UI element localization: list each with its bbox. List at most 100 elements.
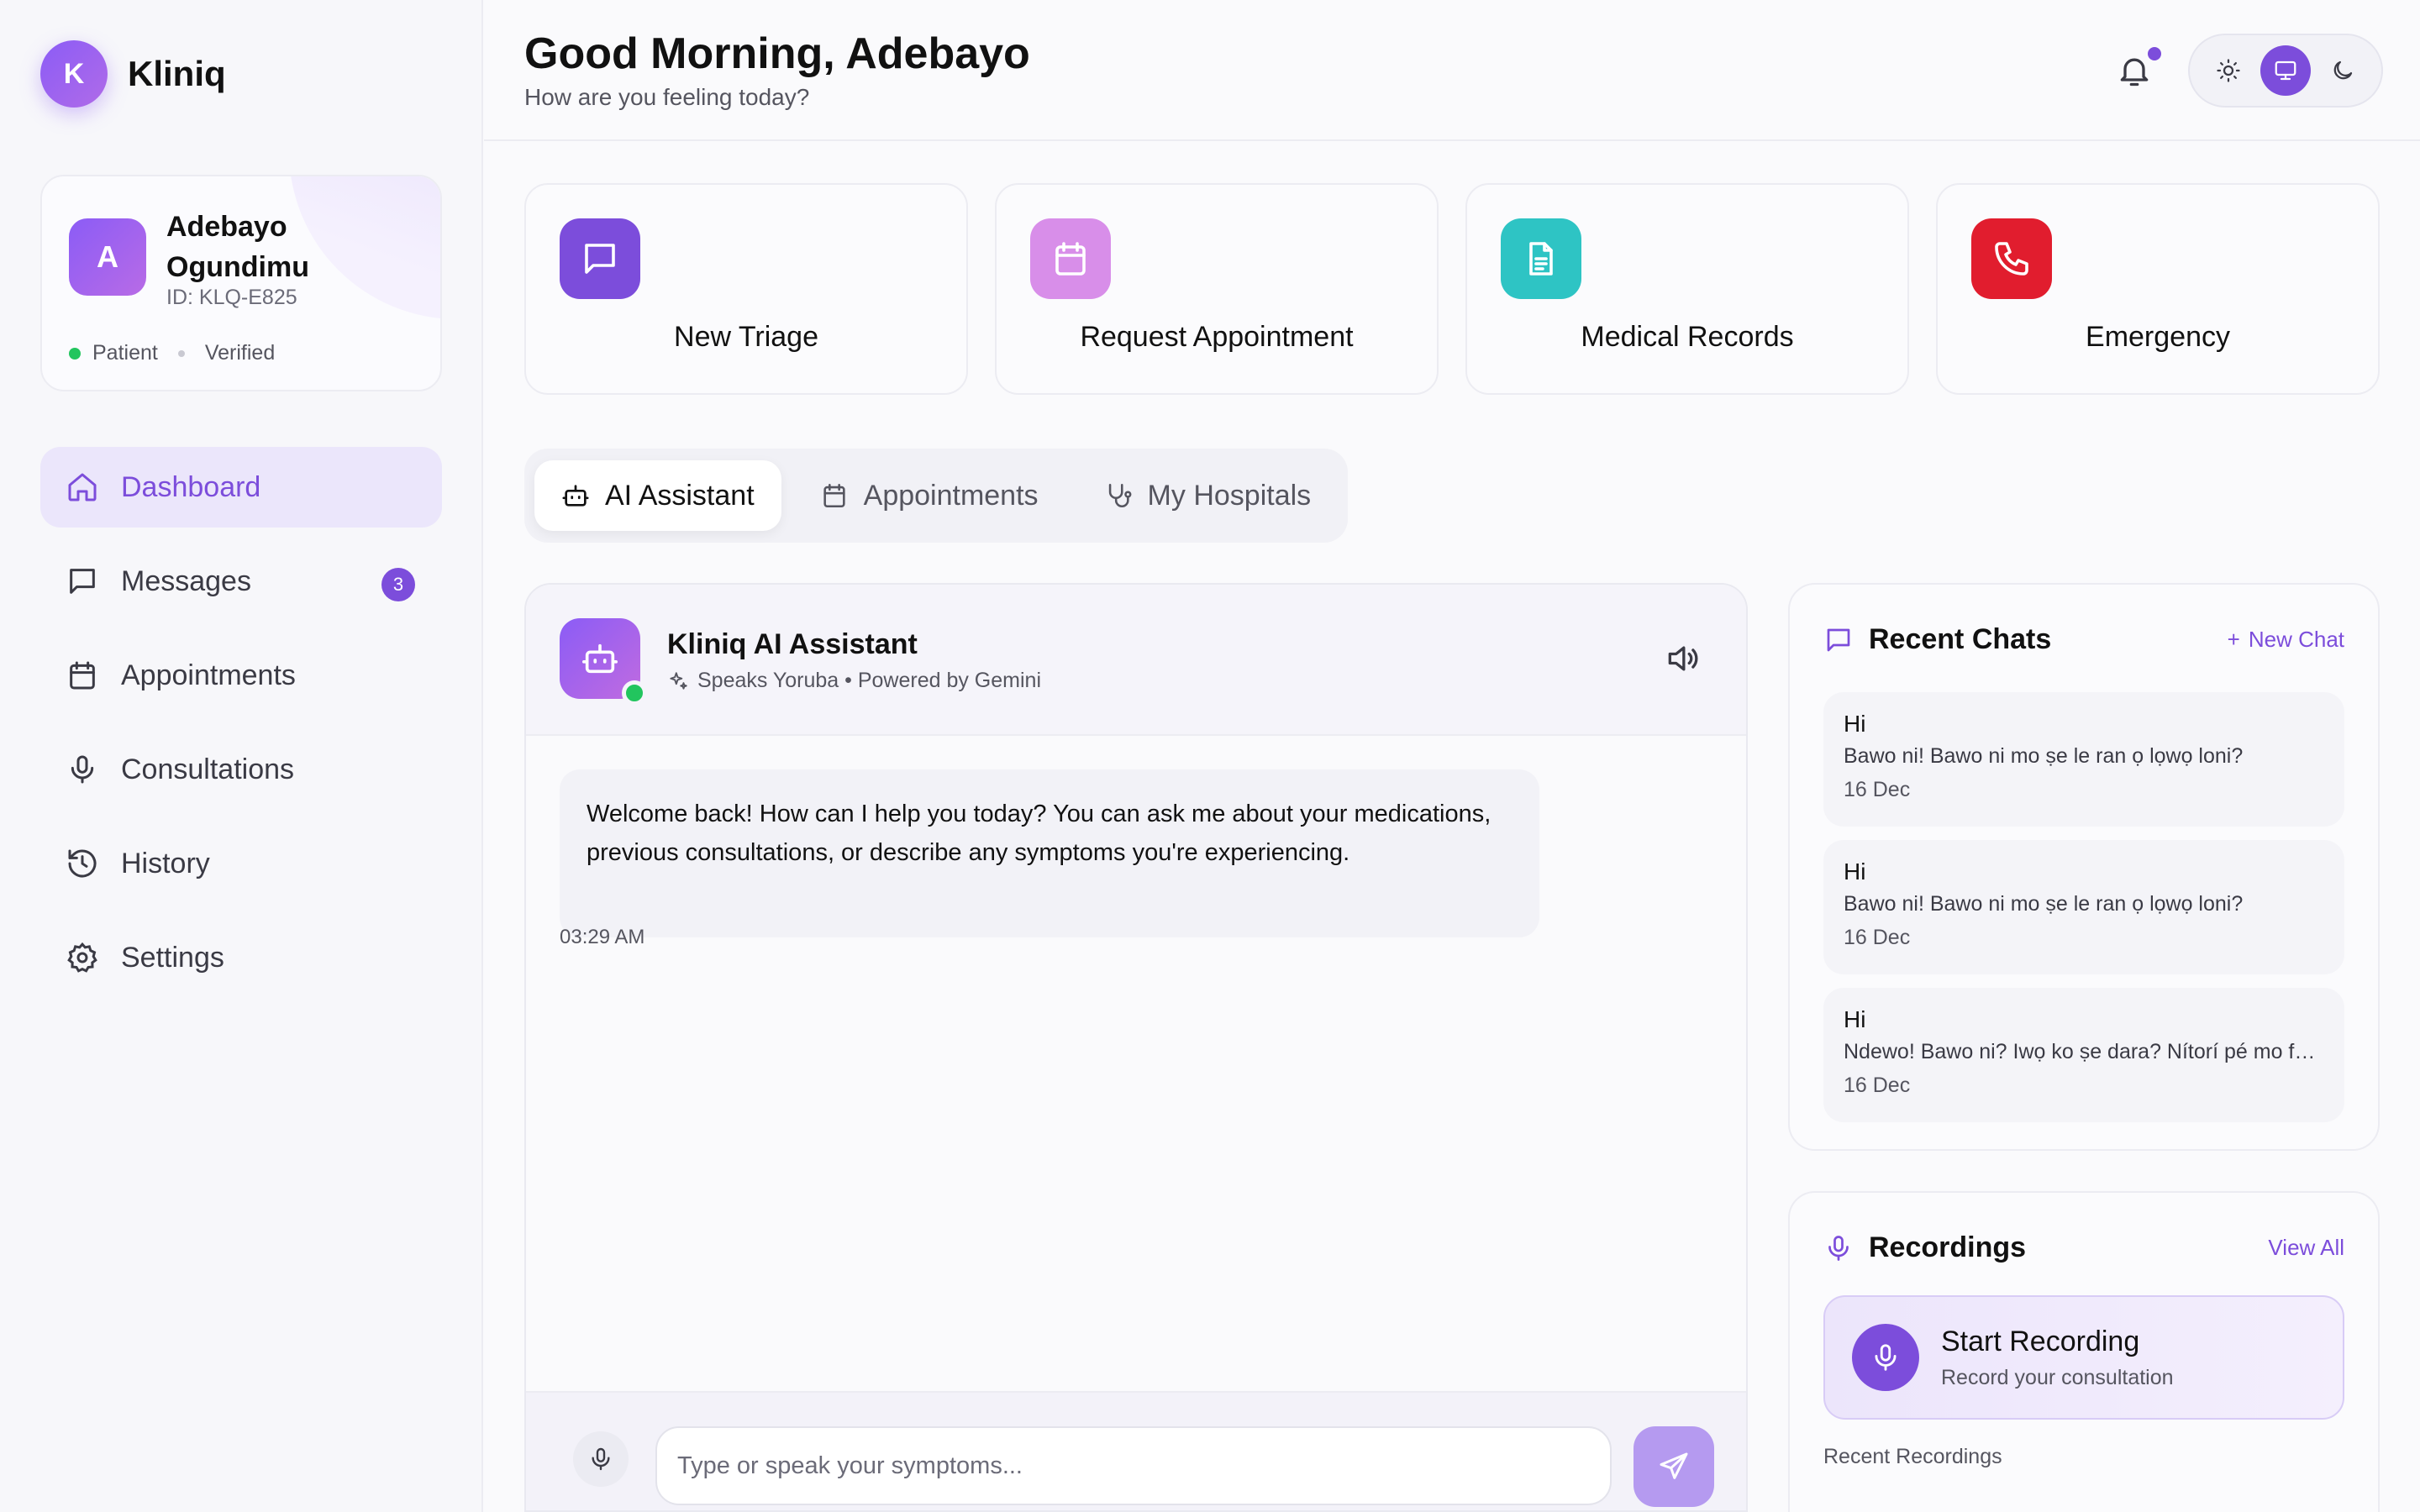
brand-name: Kliniq [128, 54, 226, 93]
calendar-icon [820, 481, 849, 510]
calendar-icon [66, 659, 99, 692]
ai-chat-panel: Kliniq AI Assistant Speaks Yoruba • Powe… [524, 583, 1748, 1512]
mic-icon [66, 753, 99, 786]
sidebar-item-appointments[interactable]: Appointments [40, 635, 442, 716]
speaker-icon[interactable] [1664, 640, 1701, 677]
tab-ai-assistant[interactable]: AI Assistant [534, 460, 781, 531]
list-item[interactable]: Hi Bawo ni! Bawo ni mo ṣe le ran ọ lọwọ … [1823, 840, 2344, 974]
sidebar-item-label: Settings [121, 941, 224, 974]
mic-icon [587, 1446, 614, 1473]
chat-preview: Bawo ni! Bawo ni mo ṣe le ran ọ lọwọ lon… [1844, 744, 2244, 768]
panel-title-text: Recent Chats [1869, 623, 2052, 655]
message-icon [66, 564, 99, 598]
sun-icon[interactable] [2203, 45, 2254, 96]
profile-tags: Patient Verified [69, 341, 275, 365]
emergency-card[interactable]: Emergency [1936, 183, 2380, 395]
monitor-icon[interactable] [2260, 45, 2311, 96]
medical-records-card[interactable]: Medical Records [1465, 183, 1909, 395]
brand-logo: K [40, 40, 108, 108]
message-text: Welcome back! How can I help you today? … [587, 801, 1491, 866]
sidebar-item-label: History [121, 847, 210, 879]
voice-input-button[interactable] [573, 1431, 629, 1487]
profile-card[interactable]: A Adebayo Ogundimu ID: KLQ-E825 Patient … [40, 175, 442, 391]
recent-chats-panel: Recent Chats + New Chat Hi Bawo ni! Bawo… [1788, 583, 2380, 1151]
new-chat-button[interactable]: + New Chat [2228, 627, 2344, 653]
home-icon [66, 470, 99, 504]
page-subtitle: How are you feeling today? [524, 84, 810, 110]
chat-bubble-icon [1823, 625, 1854, 655]
status-dot [69, 347, 81, 360]
quick-actions: New Triage Request Appointment Medical R… [524, 183, 2380, 395]
verified-label: Verified [204, 341, 276, 365]
chat-date: 16 Dec [1844, 1074, 1911, 1097]
chat-preview: Bawo ni! Bawo ni mo ṣe le ran ọ lọwọ lon… [1844, 892, 2244, 916]
chat-title: Hi [1844, 858, 1866, 885]
sidebar-item-settings[interactable]: Settings [40, 917, 442, 998]
avatar: A [69, 218, 146, 296]
theme-toggle [2188, 34, 2383, 108]
start-recording-title: Start Recording [1941, 1326, 2140, 1357]
mic-icon [1823, 1233, 1854, 1263]
document-icon [1501, 218, 1581, 299]
profile-id: ID: KLQ-E825 [166, 286, 297, 309]
gear-icon [66, 941, 99, 974]
sparkles-icon [667, 670, 689, 692]
sidebar-item-label: Messages [121, 564, 251, 597]
assistant-meta: Speaks Yoruba • Powered by Gemini [667, 669, 1041, 693]
sidebar-item-label: Consultations [121, 753, 295, 785]
send-button[interactable] [1634, 1426, 1714, 1507]
view-all-link[interactable]: View All [2268, 1235, 2344, 1261]
list-item[interactable]: Hi Ndewo! Bawo ni? Iwọ ko ṣe dara? Nítor… [1823, 988, 2344, 1122]
sidebar: K Kliniq A Adebayo Ogundimu ID: KLQ-E825… [0, 0, 483, 1512]
chat-date: 16 Dec [1844, 926, 1911, 949]
brand[interactable]: K Kliniq [40, 40, 226, 108]
assistant-name: Kliniq AI Assistant [667, 628, 918, 660]
sidebar-item-label: Appointments [121, 659, 296, 691]
tab-label: My Hospitals [1147, 479, 1312, 512]
start-recording-subtitle: Record your consultation [1941, 1366, 2174, 1389]
history-icon [66, 847, 99, 880]
chat-title: Hi [1844, 711, 1866, 737]
bell-icon[interactable] [2116, 52, 2153, 89]
recent-recordings-label: Recent Recordings [1823, 1445, 2002, 1468]
role-label: Patient [92, 341, 158, 365]
chat-title: Hi [1844, 1006, 1866, 1032]
profile-name: Adebayo Ogundimu [166, 211, 309, 283]
chat-bubble-icon [560, 218, 640, 299]
symptom-input[interactable] [655, 1426, 1612, 1505]
page-title: Good Morning, Adebayo [524, 29, 1030, 78]
separator-dot [177, 349, 185, 357]
action-label: Medical Records [1581, 321, 1794, 353]
chat-preview: Ndewo! Bawo ni? Iwọ ko ṣe dara? Nítorí p… [1844, 1040, 2324, 1063]
action-label: Request Appointment [1080, 321, 1354, 353]
moon-icon[interactable] [2317, 45, 2368, 96]
sidebar-item-history[interactable]: History [40, 823, 442, 904]
message-time: 03:29 AM [560, 926, 645, 948]
sidebar-item-messages[interactable]: Messages 3 [40, 541, 442, 622]
sidebar-item-label: Dashboard [121, 470, 261, 503]
page-header: Good Morning, Adebayo How are you feelin… [484, 0, 2420, 141]
send-icon [1657, 1450, 1691, 1483]
phone-icon [1971, 218, 2052, 299]
stethoscope-icon [1104, 481, 1133, 510]
action-label: New Triage [674, 321, 818, 353]
sidebar-item-dashboard[interactable]: Dashboard [40, 447, 442, 528]
new-triage-card[interactable]: New Triage [524, 183, 968, 395]
start-recording-button[interactable]: Start Recording Record your consultation [1823, 1295, 2344, 1420]
tab-my-hospitals[interactable]: My Hospitals [1077, 460, 1339, 531]
recordings-panel: Recordings View All Start Recording Reco… [1788, 1191, 2380, 1512]
recent-chat-list: Hi Bawo ni! Bawo ni mo ṣe le ran ọ lọwọ … [1823, 692, 2344, 1136]
chat-date: 16 Dec [1844, 778, 1911, 801]
recent-chats-title: Recent Chats [1823, 623, 2051, 656]
sidebar-item-consultations[interactable]: Consultations [40, 729, 442, 810]
sidebar-nav: Dashboard Messages 3 Appointments Consul… [40, 447, 442, 1011]
tab-appointments[interactable]: Appointments [793, 460, 1065, 531]
chat-header: Kliniq AI Assistant Speaks Yoruba • Powe… [526, 585, 1746, 736]
notification-dot [2148, 47, 2161, 60]
tab-label: AI Assistant [605, 479, 755, 512]
list-item[interactable]: Hi Bawo ni! Bawo ni mo ṣe le ran ọ lọwọ … [1823, 692, 2344, 827]
new-chat-label: New Chat [2248, 627, 2344, 652]
panel-title-text: Recordings [1869, 1231, 2027, 1263]
action-label: Emergency [2086, 321, 2230, 353]
request-appointment-card[interactable]: Request Appointment [995, 183, 1439, 395]
